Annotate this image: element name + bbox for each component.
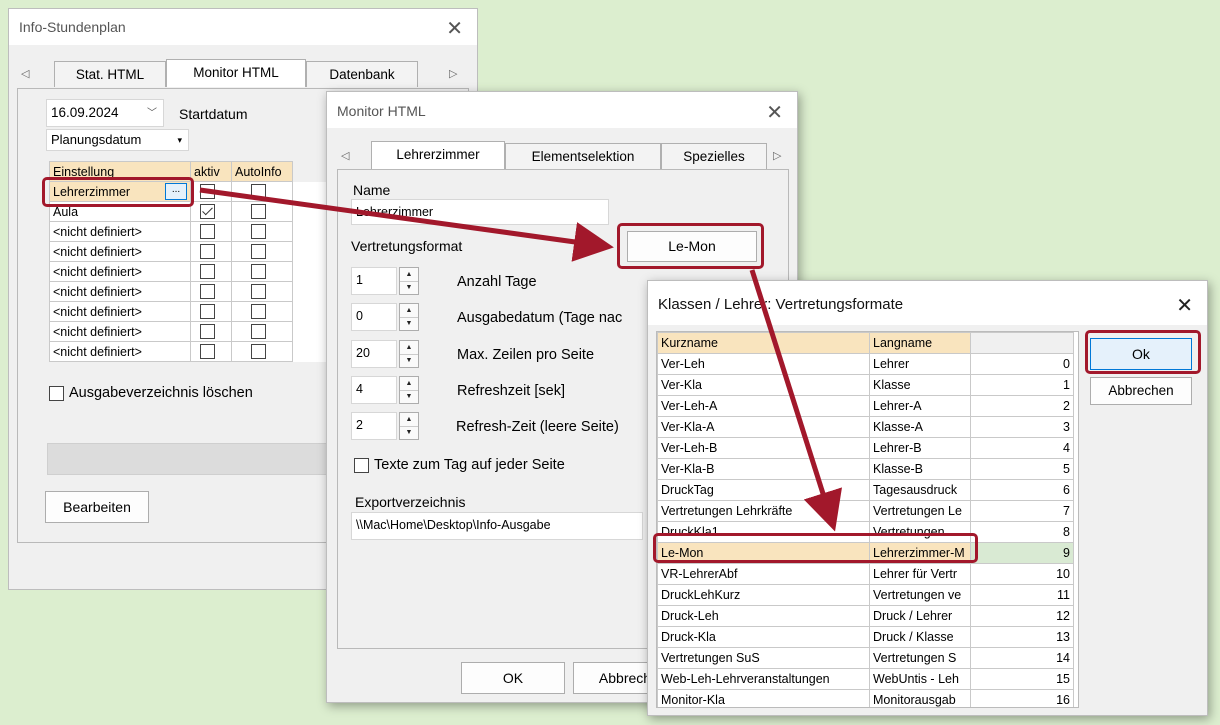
- annotation-arrows: [199, 187, 842, 532]
- arrow-to-le-mon-row: [749, 269, 842, 532]
- arrow-to-format-button: [199, 187, 614, 262]
